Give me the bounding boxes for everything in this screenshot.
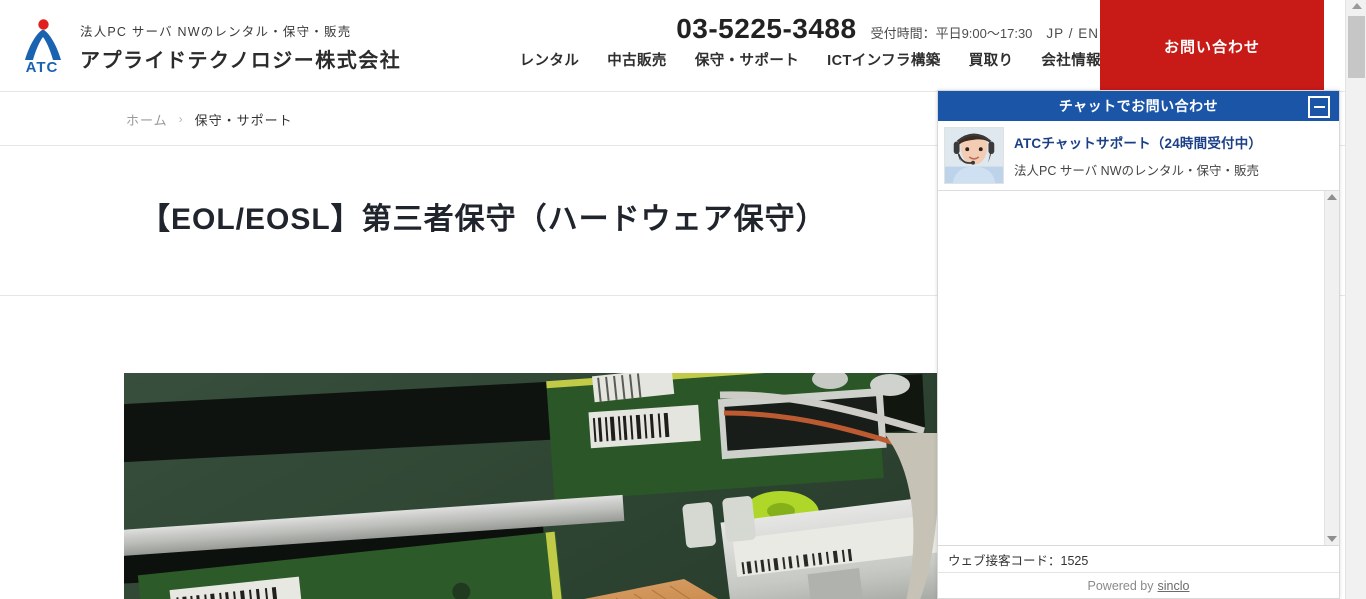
main-navigation: レンタル 中古販売 保守・サポート ICTインフラ構築 買取り 会社情報 — [520, 49, 1101, 70]
svg-text:ATC: ATC — [26, 59, 59, 74]
brand-tagline: 法人PC サーバ NWのレンタル・保守・販売 — [80, 25, 352, 39]
page-root: ATC 法人PC サーバ NWのレンタル・保守・販売 アプライドテクノロジー株式… — [0, 0, 1366, 599]
nav-item-ict[interactable]: ICTインフラ構築 — [827, 49, 941, 70]
business-hours: 受付時間：平日9:00〜17:30 — [870, 26, 1033, 41]
breadcrumb: ホーム › 保守・サポート — [126, 92, 293, 146]
lang-separator: / — [1068, 26, 1074, 41]
chat-message-list — [938, 191, 1324, 545]
nav-item-used[interactable]: 中古販売 — [607, 49, 667, 70]
support-agent-photo-icon — [945, 128, 1003, 183]
nav-item-company[interactable]: 会社情報 — [1041, 49, 1101, 70]
breadcrumb-separator-icon: › — [178, 112, 184, 126]
browser-scroll-up-arrow-icon[interactable] — [1352, 3, 1362, 9]
lang-jp-link[interactable]: JP — [1046, 26, 1064, 41]
brand-text: 法人PC サーバ NWのレンタル・保守・販売 アプライドテクノロジー株式会社 — [80, 17, 401, 73]
lang-en-link[interactable]: EN — [1078, 26, 1099, 41]
page-title: 【EOL/EOSL】第三者保守（ハードウェア保守） — [140, 203, 827, 236]
chat-header[interactable]: チャットでお問い合わせ — [938, 91, 1339, 121]
minimize-icon[interactable] — [1308, 96, 1330, 118]
site-logo[interactable]: ATC 法人PC サーバ NWのレンタル・保守・販売 アプライドテクノロジー株式… — [18, 16, 401, 74]
phone-number[interactable]: 03-5225-3488 — [676, 13, 856, 45]
contact-button[interactable]: お問い合わせ — [1100, 0, 1324, 92]
powered-by: Powered by sinclo — [938, 572, 1339, 598]
atc-logo-icon: ATC — [25, 19, 61, 74]
site-header: ATC 法人PC サーバ NWのレンタル・保守・販売 アプライドテクノロジー株式… — [0, 0, 1345, 92]
server-board-photo — [124, 373, 940, 599]
agent-description: 法人PC サーバ NWのレンタル・保守・販売 — [1014, 164, 1260, 178]
agent-meta: ATCチャットサポート（24時間受付中） 法人PC サーバ NWのレンタル・保守… — [1014, 127, 1262, 179]
nav-item-rental[interactable]: レンタル — [520, 49, 580, 70]
hero-image-container — [124, 373, 940, 599]
browser-scrollbar[interactable] — [1345, 0, 1366, 599]
chat-scrollbar[interactable] — [1324, 191, 1339, 545]
chat-message-area — [938, 191, 1339, 545]
chat-widget: チャットでお問い合わせ ATCチャットサポート（24時間受付中） 法人PC サー… — [937, 90, 1340, 599]
powered-by-text: Powered by — [1087, 578, 1154, 593]
brand-name: アプライドテクノロジー株式会社 — [80, 50, 402, 72]
header-contact-info: 03-5225-3488 受付時間：平日9:00〜17:30 JP / EN — [676, 13, 1099, 45]
nav-item-support[interactable]: 保守・サポート — [695, 49, 799, 70]
agent-name: ATCチャットサポート（24時間受付中） — [1014, 136, 1263, 151]
nav-item-buyback[interactable]: 買取り — [969, 49, 1014, 70]
language-switcher[interactable]: JP / EN — [1046, 26, 1099, 41]
breadcrumb-home-link[interactable]: ホーム — [126, 110, 168, 129]
web-code-label: ウェブ接客コード：1525 — [938, 545, 1339, 572]
sinclo-link[interactable]: sinclo — [1158, 579, 1190, 593]
chat-agent-info: ATCチャットサポート（24時間受付中） 法人PC サーバ NWのレンタル・保守… — [938, 121, 1339, 191]
agent-avatar — [944, 127, 1004, 184]
scroll-up-arrow-icon[interactable] — [1327, 194, 1337, 200]
breadcrumb-current: 保守・サポート — [194, 112, 293, 128]
scroll-down-arrow-icon[interactable] — [1327, 536, 1337, 542]
browser-scrollbar-thumb[interactable] — [1348, 16, 1365, 78]
chat-title: チャットでお問い合わせ — [1058, 98, 1219, 114]
